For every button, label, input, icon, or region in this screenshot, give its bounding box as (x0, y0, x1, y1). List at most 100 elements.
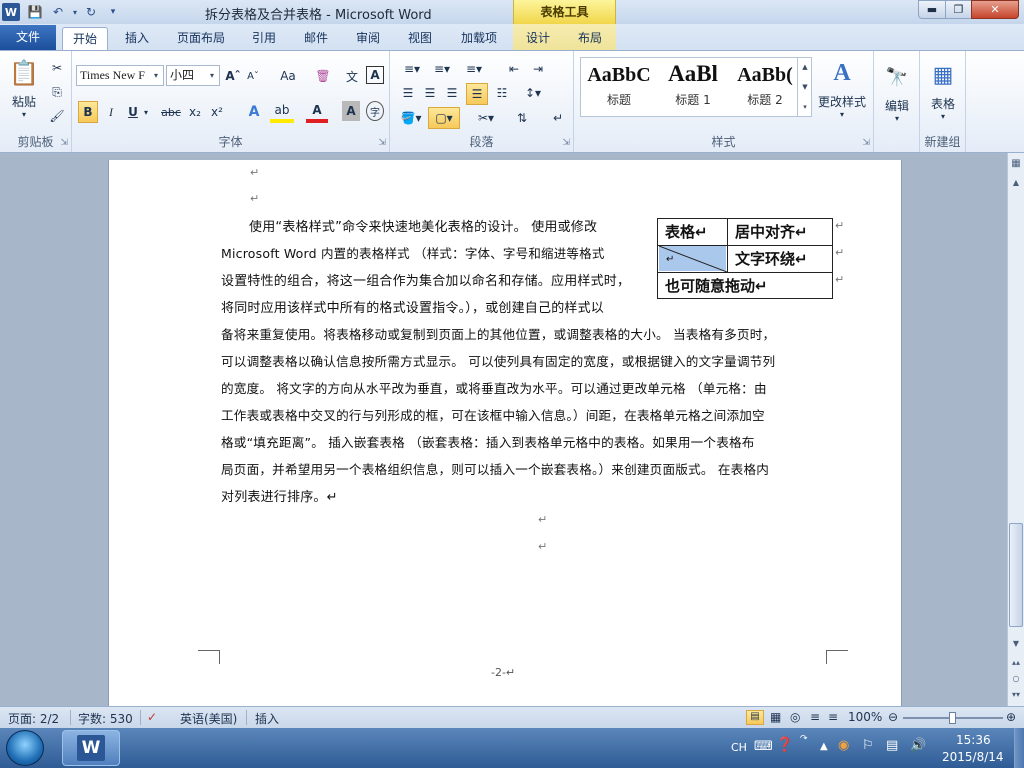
line-spacing-icon[interactable]: ↕▾ (520, 83, 546, 103)
table-cell-r2c2[interactable]: 文字环绕↵ (728, 246, 832, 272)
distributed-icon[interactable]: ☷ (492, 83, 512, 103)
style-heading-1[interactable]: AaBl 标题 1 (657, 58, 729, 116)
format-painter-icon[interactable]: 🖌 (48, 107, 66, 125)
next-page-icon[interactable]: ▾▾ (1009, 687, 1023, 701)
security-icon[interactable]: ◉ (838, 738, 849, 753)
copy-icon[interactable]: ⎘ (48, 83, 66, 101)
body-text-line[interactable]: Microsoft Word 内置的表格样式 （样式：字体、字号和缩进等格式 (221, 243, 605, 262)
body-text-line[interactable]: 备将来重复使用。将表格移动或复制到页面上的其他位置，或调整表格的大小。 当表格有… (221, 324, 775, 343)
font-launcher-icon[interactable]: ⇲ (378, 138, 386, 148)
align-left-icon[interactable]: ☰ (398, 83, 418, 103)
chinese-layout-icon[interactable]: ✂▾ (472, 107, 500, 129)
body-text-line[interactable]: 使用“表格样式”命令来快速地美化表格的设计。 使用或修改 (249, 216, 597, 235)
scroll-thumb[interactable] (1009, 523, 1023, 627)
scroll-down-button[interactable]: ▼ (1009, 636, 1023, 650)
clear-formatting-icon[interactable]: 🗑 (313, 66, 333, 86)
ime-options-icon[interactable]: ↷ (800, 734, 808, 744)
tab-review[interactable]: 审阅 (348, 27, 388, 50)
zoom-level[interactable]: 100% (848, 710, 882, 724)
more-icon[interactable]: ▾ (803, 103, 807, 111)
help-icon[interactable]: ❓ (776, 737, 793, 753)
tab-view[interactable]: 视图 (400, 27, 440, 50)
chevron-down-icon[interactable]: ▼ (802, 83, 807, 91)
word-app-icon[interactable]: W (2, 3, 20, 21)
justify-button[interactable]: ☰ (466, 83, 488, 105)
tab-design[interactable]: 设计 (518, 27, 558, 50)
body-text-line[interactable]: 将同时应用该样式中所有的格式设置指令。），或创建自己的样式以 (221, 297, 604, 316)
italic-button[interactable]: I (102, 101, 120, 123)
minimize-button[interactable]: ▬ (918, 0, 946, 19)
font-name-combo[interactable]: Times New F ▾ (76, 65, 164, 86)
increase-indent-icon[interactable]: ⇥ (528, 59, 548, 79)
taskbar-word-button[interactable]: W (62, 730, 120, 766)
language-indicator[interactable]: 英语(美国) (180, 710, 237, 727)
body-text-line[interactable]: 工作表或表格中交叉的行与列形成的框，可在该框中输入信息。）间距，在表格单元格之间… (221, 405, 765, 424)
close-button[interactable]: ✕ (971, 0, 1019, 19)
ime-indicator[interactable]: CH (731, 741, 747, 754)
phonetic-guide-icon[interactable]: 文 (342, 66, 362, 86)
start-button[interactable] (6, 730, 44, 766)
underline-dropdown-icon[interactable]: ▾ (142, 101, 150, 123)
save-icon[interactable]: 💾 (26, 3, 44, 21)
styles-launcher-icon[interactable]: ⇲ (862, 138, 870, 148)
tab-home[interactable]: 开始 (62, 27, 108, 50)
tab-mailings[interactable]: 邮件 (296, 27, 336, 50)
chevron-up-icon[interactable]: ▲ (802, 63, 807, 71)
shading-icon[interactable]: 🪣▾ (398, 107, 424, 129)
clock-date[interactable]: 2015/8/14 (942, 750, 1004, 764)
text-effects-icon[interactable]: A (242, 101, 266, 123)
align-center-icon[interactable]: ☰ (420, 83, 440, 103)
document-table[interactable]: 表格↵ 居中对齐↵ ↵ 文字环绕↵ 也可随意拖动↵ (657, 218, 833, 299)
scroll-up-button[interactable]: ▲ (1009, 175, 1023, 189)
table-cell-r3-merged[interactable]: 也可随意拖动↵ (658, 273, 832, 299)
grow-font-icon[interactable]: Aˆ (224, 66, 242, 86)
tab-file[interactable]: 文件 (0, 25, 56, 50)
select-browse-object-icon[interactable]: ○ (1009, 671, 1023, 685)
sort-icon[interactable]: ⇅ (512, 107, 532, 129)
edit-button[interactable]: 🔭 编辑 ▾ (880, 61, 914, 124)
word-count[interactable]: 字数: 530 (78, 710, 133, 727)
enclose-characters-icon[interactable]: 字 (366, 101, 384, 121)
customize-qat-icon[interactable]: ▾ (104, 3, 122, 21)
clock-time[interactable]: 15:36 (956, 733, 991, 747)
bullets-icon[interactable]: ≡▾ (398, 59, 426, 79)
numbering-icon[interactable]: ≡▾ (428, 59, 456, 79)
show-desktop-button[interactable] (1014, 728, 1024, 768)
zoom-slider-thumb[interactable] (949, 712, 956, 724)
table-button[interactable]: ▦ 表格 ▾ (926, 59, 960, 122)
show-marks-icon[interactable]: ↵ (548, 107, 568, 129)
character-border-icon[interactable]: A (366, 66, 384, 84)
proofing-icon[interactable]: ✓ (147, 710, 157, 724)
body-text-line[interactable]: 格或“填充距离”。 插入嵌套表格 （嵌套表格：插入到表格单元格中的表格。如果用一… (221, 432, 755, 451)
web-layout-icon[interactable]: ◎ (790, 710, 800, 724)
previous-page-icon[interactable]: ▴▴ (1009, 655, 1023, 669)
character-shading-icon[interactable]: A (342, 101, 360, 121)
subscript-button[interactable]: x₂ (186, 101, 204, 123)
strikethrough-button[interactable]: abc (160, 101, 182, 123)
draft-view-icon[interactable]: ≡ (828, 710, 838, 724)
network-icon[interactable]: ▤ (886, 738, 898, 753)
paragraph-launcher-icon[interactable]: ⇲ (562, 138, 570, 148)
zoom-in-icon[interactable]: ⊕ (1006, 710, 1016, 724)
change-styles-button[interactable]: A 更改样式 ▾ (814, 57, 870, 120)
change-case-icon[interactable]: Aa (276, 66, 300, 86)
borders-button[interactable]: ▢▾ (428, 107, 460, 129)
tab-layout[interactable]: 布局 (570, 27, 610, 50)
decrease-indent-icon[interactable]: ⇤ (504, 59, 524, 79)
body-text-line[interactable]: 局页面，并希望用另一个表格组织信息，则可以插入一个嵌套表格。）来创建页面版式。 … (221, 459, 769, 478)
align-right-icon[interactable]: ☰ (442, 83, 462, 103)
style-heading-2[interactable]: AaBb( 标题 2 (729, 58, 801, 116)
action-center-icon[interactable]: ⚐ (862, 738, 874, 753)
full-screen-reading-icon[interactable]: ▦ (770, 710, 781, 724)
outline-view-icon[interactable]: ≡ (810, 710, 820, 724)
vertical-scrollbar[interactable]: ▦ ▲ ▼ ▴▴ ○ ▾▾ (1007, 153, 1024, 706)
clipboard-launcher-icon[interactable]: ⇲ (60, 138, 68, 148)
tab-page-layout[interactable]: 页面布局 (168, 27, 234, 50)
restore-button[interactable]: ❐ (945, 0, 972, 19)
font-color-icon[interactable]: A (306, 101, 328, 123)
table-cell-r1c2[interactable]: 居中对齐↵ (728, 219, 832, 245)
body-text-line[interactable]: 对列表进行排序。↵ (221, 486, 338, 505)
keyboard-icon[interactable]: ⌨ (754, 739, 773, 754)
shrink-font-icon[interactable]: Aˇ (244, 66, 262, 86)
body-text-line[interactable]: 设置特性的组合，将这一组合作为集合加以命名和存储。应用样式时， (221, 270, 630, 289)
